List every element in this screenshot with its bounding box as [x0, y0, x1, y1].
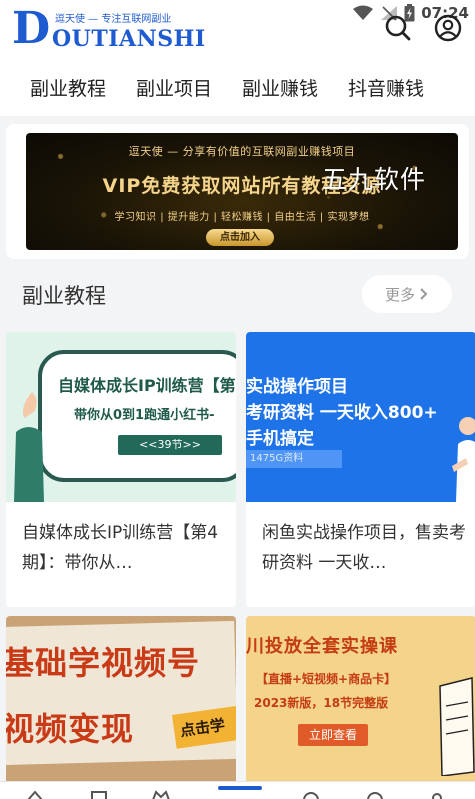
thumb-tag: 1475G资料 [246, 450, 342, 468]
person-illustration [452, 417, 475, 502]
course-thumbnail: 基础学视频号 视频变现 点击学 [6, 616, 236, 786]
category-icon[interactable] [90, 788, 108, 799]
thumb-view-button: 立即查看 [298, 724, 368, 746]
course-title: 闲鱼实战操作项目，售卖考研资料 一天收… [262, 523, 466, 573]
thumb-headline: 川投放全套实操课 [246, 636, 398, 657]
thumb-headline: 自媒体成长IP训练营【第 [58, 376, 236, 395]
site-logo[interactable]: D 逗天使 — 专注互联网副业 OUTIANSHI [12, 3, 205, 54]
search-icon[interactable] [384, 14, 412, 42]
presenter-illustration [14, 392, 44, 502]
tab-tutorial[interactable]: 副业教程 [30, 74, 106, 101]
section-title: 副业教程 [22, 284, 106, 308]
banner-top-text: 逗天使 — 分享有价值的互联网副业赚钱项目 [128, 145, 356, 158]
wifi-icon [353, 5, 374, 20]
notebook-illustration [439, 677, 475, 776]
thumb-subline: 带你从0到1跑通小红书- [74, 408, 215, 423]
course-thumbnail: 自媒体成长IP训练营【第 带你从0到1跑通小红书- <<39节>> [6, 332, 236, 502]
logo-letter: D [12, 3, 51, 54]
thumb-headline: 实战操作项目 [246, 377, 348, 397]
bottom-navigation [0, 781, 475, 799]
thumb-subline: 考研资料 一天收入800+ [246, 403, 438, 423]
thumb-subline: 视频变现 [6, 710, 135, 748]
more-label: 更多 [384, 285, 415, 304]
tab-projects[interactable]: 副业项目 [136, 74, 212, 101]
thumb-subline: 手机搞定 [246, 429, 314, 449]
active-tab-indicator [218, 786, 262, 790]
app-header: D 逗天使 — 专注互联网副业 OUTIANSHI 07:24 [0, 0, 475, 58]
vip-icon[interactable] [152, 788, 170, 799]
course-card[interactable]: 基础学视频号 视频变现 点击学 [6, 616, 236, 799]
course-thumbnail: 川投放全套实操课 【直播+短视频+商品卡】 2023新版，18节完整版 立即查看 [246, 616, 475, 786]
course-title: 自媒体成长IP训练营【第4期】：带你从… [22, 523, 219, 573]
course-card[interactable]: 实战操作项目 考研资料 一天收入800+ 手机搞定 1475G资料 闲鱼实战操作… [246, 332, 475, 607]
logo-text: OUTIANSHI [52, 26, 206, 52]
watermark-text: 五九软件 [322, 165, 427, 194]
thumb-lesson-count: <<39节>> [118, 435, 222, 455]
home-icon[interactable] [26, 788, 44, 799]
course-card[interactable]: 川投放全套实操课 【直播+短视频+商品卡】 2023新版，18节完整版 立即查看 [246, 616, 475, 799]
banner-sub-text: 学习知识 | 提升能力 | 轻松赚钱 | 自由生活 | 实现梦想 [114, 212, 370, 223]
thumb-subline: 2023新版，18节完整版 [254, 696, 389, 710]
course-thumbnail: 实战操作项目 考研资料 一天收入800+ 手机搞定 1475G资料 [246, 332, 475, 502]
tab-earning[interactable]: 副业赚钱 [242, 74, 318, 101]
thumb-headline: 基础学视频号 [6, 644, 201, 682]
tab-douyin[interactable]: 抖音赚钱 [348, 74, 424, 101]
thumb-subline: 【直播+短视频+商品卡】 [256, 672, 397, 686]
banner-join-button[interactable]: 点击加入 [206, 229, 274, 246]
profile-icon[interactable] [366, 788, 384, 799]
logo-slogan: 逗天使 — 专注互联网副业 [55, 14, 172, 25]
settings-icon[interactable] [428, 788, 446, 799]
chevron-right-icon [420, 288, 428, 300]
user-icon[interactable] [434, 14, 462, 42]
category-tabs: 副业教程 副业项目 副业赚钱 抖音赚钱 [0, 58, 475, 116]
course-card[interactable]: 自媒体成长IP训练营【第 带你从0到1跑通小红书- <<39节>> 自媒体成长I… [6, 332, 236, 607]
more-button[interactable]: 更多 [362, 275, 452, 313]
message-icon[interactable] [302, 788, 320, 799]
